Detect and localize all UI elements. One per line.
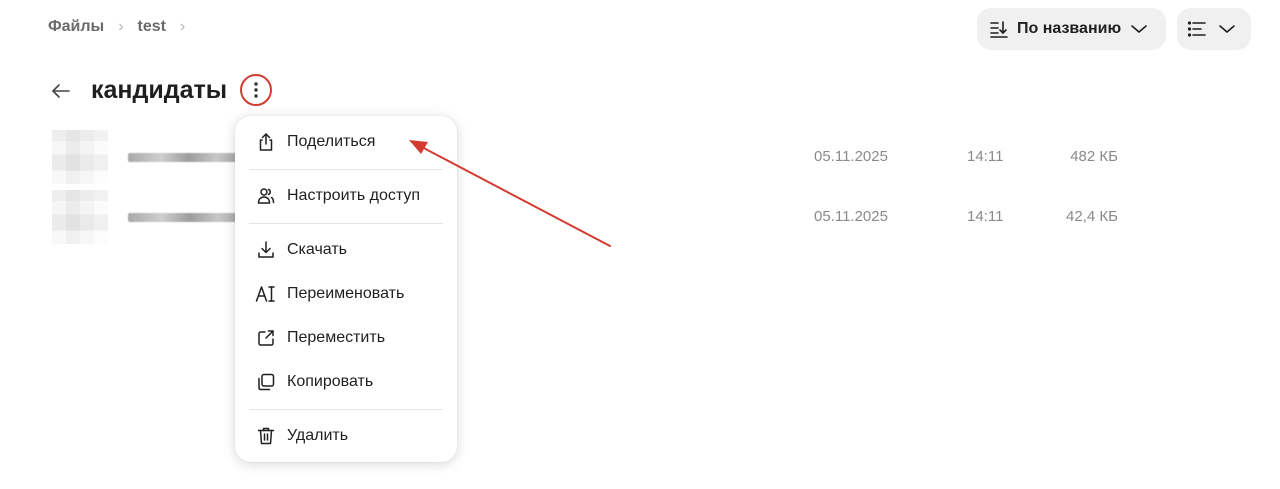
trash-icon (255, 425, 277, 447)
back-button[interactable] (48, 78, 74, 104)
menu-item-label: Переименовать (287, 285, 405, 302)
menu-item-move[interactable]: Переместить (235, 316, 457, 360)
chevron-down-icon (1217, 19, 1237, 39)
menu-item-label: Переместить (287, 329, 386, 346)
file-size: 482 КБ (1070, 148, 1118, 165)
menu-item-share[interactable]: Поделиться (235, 120, 457, 164)
file-time: 14:11 (967, 148, 1004, 165)
menu-item-label: Удалить (287, 427, 349, 444)
menu-item-label: Настроить доступ (287, 187, 421, 204)
list-item[interactable]: 05.11.2025 14:11 482 КБ (48, 128, 1148, 188)
menu-item-copy[interactable]: Копировать (235, 360, 457, 404)
menu-divider (249, 169, 443, 170)
breadcrumb-separator-icon: › (118, 18, 124, 35)
page-title: кандидаты (91, 76, 228, 104)
more-vertical-icon (253, 81, 259, 99)
breadcrumb-separator-icon: › (180, 18, 186, 35)
copy-icon (255, 371, 277, 393)
menu-item-label: Поделиться (287, 133, 376, 150)
back-arrow-icon (48, 78, 74, 104)
list-item[interactable]: 05.11.2025 14:11 42,4 КБ (48, 188, 1148, 248)
file-date: 05.11.2025 (814, 148, 888, 165)
rename-icon (255, 283, 277, 305)
file-date: 05.11.2025 (814, 208, 888, 225)
breadcrumb-root[interactable]: Файлы (48, 18, 104, 36)
file-thumbnail (52, 190, 108, 244)
sort-label: По названию (1017, 20, 1122, 37)
context-menu: Поделиться Настроить доступ Скачать Пере… (235, 116, 457, 462)
menu-item-download[interactable]: Скачать (235, 228, 457, 272)
sort-icon (989, 19, 1009, 39)
file-name-redacted (128, 213, 240, 222)
chevron-down-icon (1129, 19, 1149, 39)
menu-item-label: Копировать (287, 373, 374, 390)
menu-divider (249, 223, 443, 224)
download-icon (255, 239, 277, 261)
file-thumbnail (52, 130, 108, 184)
file-time: 14:11 (967, 208, 1004, 225)
list-view-icon (1187, 19, 1207, 39)
menu-divider (249, 409, 443, 410)
menu-item-access[interactable]: Настроить доступ (235, 174, 457, 218)
move-icon (255, 327, 277, 349)
sort-button[interactable]: По названию (977, 8, 1166, 50)
breadcrumb: Файлы › test › (48, 18, 185, 36)
people-icon (255, 185, 277, 207)
breadcrumb-current[interactable]: test (138, 18, 166, 36)
view-mode-button[interactable] (1177, 8, 1251, 50)
file-name-redacted (128, 153, 238, 162)
menu-item-rename[interactable]: Переименовать (235, 272, 457, 316)
menu-item-delete[interactable]: Удалить (235, 414, 457, 458)
share-icon (255, 131, 277, 153)
file-size: 42,4 КБ (1066, 208, 1118, 225)
more-actions-button[interactable] (240, 74, 272, 106)
menu-item-label: Скачать (287, 241, 347, 258)
